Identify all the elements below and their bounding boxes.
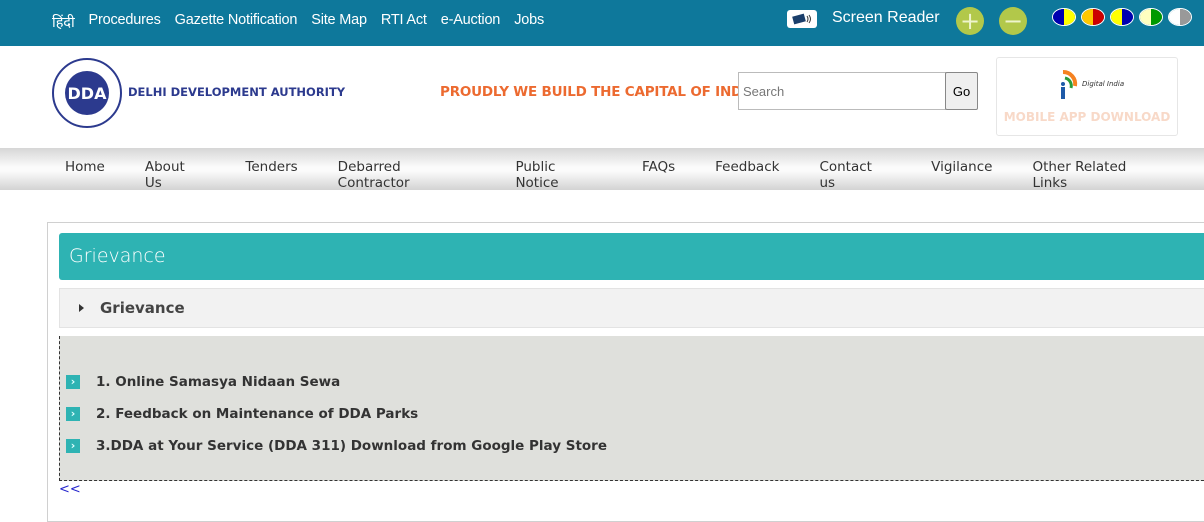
tagline: PROUDLY WE BUILD THE CAPITAL OF INDIA (440, 84, 758, 100)
main-nav: Home About Us Tenders Debarred Contracto… (0, 148, 1204, 191)
plus-icon: + (959, 7, 981, 35)
theme-yellow-blue[interactable] (1110, 8, 1134, 26)
mobile-app-download[interactable]: Digital India MOBILE APP DOWNLOAD (996, 57, 1178, 136)
chevron-right-icon: › (66, 375, 80, 389)
top-link-hindi[interactable]: हिंदी (52, 12, 75, 32)
digital-india-icon (1061, 69, 1078, 99)
nav-about-us[interactable]: About Us (145, 159, 206, 191)
accordion-header[interactable]: Grievance (59, 288, 1204, 328)
nav-faqs[interactable]: FAQs (642, 159, 675, 191)
caret-right-icon (79, 304, 84, 312)
search-go-button[interactable]: Go (945, 72, 978, 110)
top-link-procedures[interactable]: Procedures (89, 12, 161, 32)
minus-icon: − (1002, 7, 1024, 35)
nav-feedback[interactable]: Feedback (715, 159, 779, 191)
top-link-e-auction[interactable]: e-Auction (441, 12, 501, 32)
dda-logo[interactable]: DDA (52, 58, 122, 128)
list-item[interactable]: › 1. Online Samasya Nidaan Sewa (66, 374, 340, 390)
digital-india-text: Digital India (1082, 80, 1125, 88)
nav-home[interactable]: Home (65, 159, 105, 191)
logo-emblem-icon: DDA (65, 71, 109, 115)
nav-contact-us[interactable]: Contact us (819, 159, 891, 191)
accordion-body: › 1. Online Samasya Nidaan Sewa › 2. Fee… (59, 336, 1204, 481)
top-link-site-map[interactable]: Site Map (311, 12, 367, 32)
list-item-label[interactable]: 3.DDA at Your Service (DDA 311) Download… (96, 438, 607, 454)
search-input[interactable] (738, 72, 946, 110)
list-item[interactable]: › 3.DDA at Your Service (DDA 311) Downlo… (66, 438, 607, 454)
site-header: DDA DELHI DEVELOPMENT AUTHORITY PROUDLY … (0, 46, 1204, 148)
top-links: हिंदी Procedures Gazette Notification Si… (52, 12, 558, 32)
nav-debarred-contractor[interactable]: Debarred Contractor (338, 159, 476, 191)
top-link-jobs[interactable]: Jobs (514, 12, 544, 32)
decrease-font-button[interactable]: − (999, 7, 1027, 35)
top-link-rti-act[interactable]: RTI Act (381, 12, 427, 32)
list-item-label[interactable]: 1. Online Samasya Nidaan Sewa (96, 374, 340, 390)
chevron-right-icon: › (66, 439, 80, 453)
theme-blue-yellow[interactable] (1052, 8, 1076, 26)
screen-reader-link[interactable]: Screen Reader (832, 9, 940, 27)
theme-cream-green[interactable] (1139, 8, 1163, 26)
theme-orange-red[interactable] (1081, 8, 1105, 26)
increase-font-button[interactable]: + (956, 7, 984, 35)
mobile-app-label: MOBILE APP DOWNLOAD (1003, 110, 1171, 124)
screen-reader-icon[interactable] (787, 10, 817, 28)
theme-white-gray[interactable] (1168, 8, 1192, 26)
page-title: Grievance (59, 233, 1204, 280)
nav-vigilance[interactable]: Vigilance (931, 159, 992, 191)
accordion-label: Grievance (100, 299, 185, 317)
list-item-label[interactable]: 2. Feedback on Maintenance of DDA Parks (96, 406, 418, 422)
nav-other-related-links[interactable]: Other Related Links (1032, 159, 1164, 191)
nav-public-notice[interactable]: Public Notice (515, 159, 602, 191)
back-link[interactable]: << (59, 482, 81, 497)
list-item[interactable]: › 2. Feedback on Maintenance of DDA Park… (66, 406, 418, 422)
top-link-gazette-notification[interactable]: Gazette Notification (175, 12, 298, 32)
org-name[interactable]: DELHI DEVELOPMENT AUTHORITY (128, 85, 345, 99)
digital-india-logo: Digital India (1057, 66, 1124, 102)
top-bar: हिंदी Procedures Gazette Notification Si… (0, 0, 1204, 46)
nav-tenders[interactable]: Tenders (245, 159, 297, 191)
chevron-right-icon: › (66, 407, 80, 421)
